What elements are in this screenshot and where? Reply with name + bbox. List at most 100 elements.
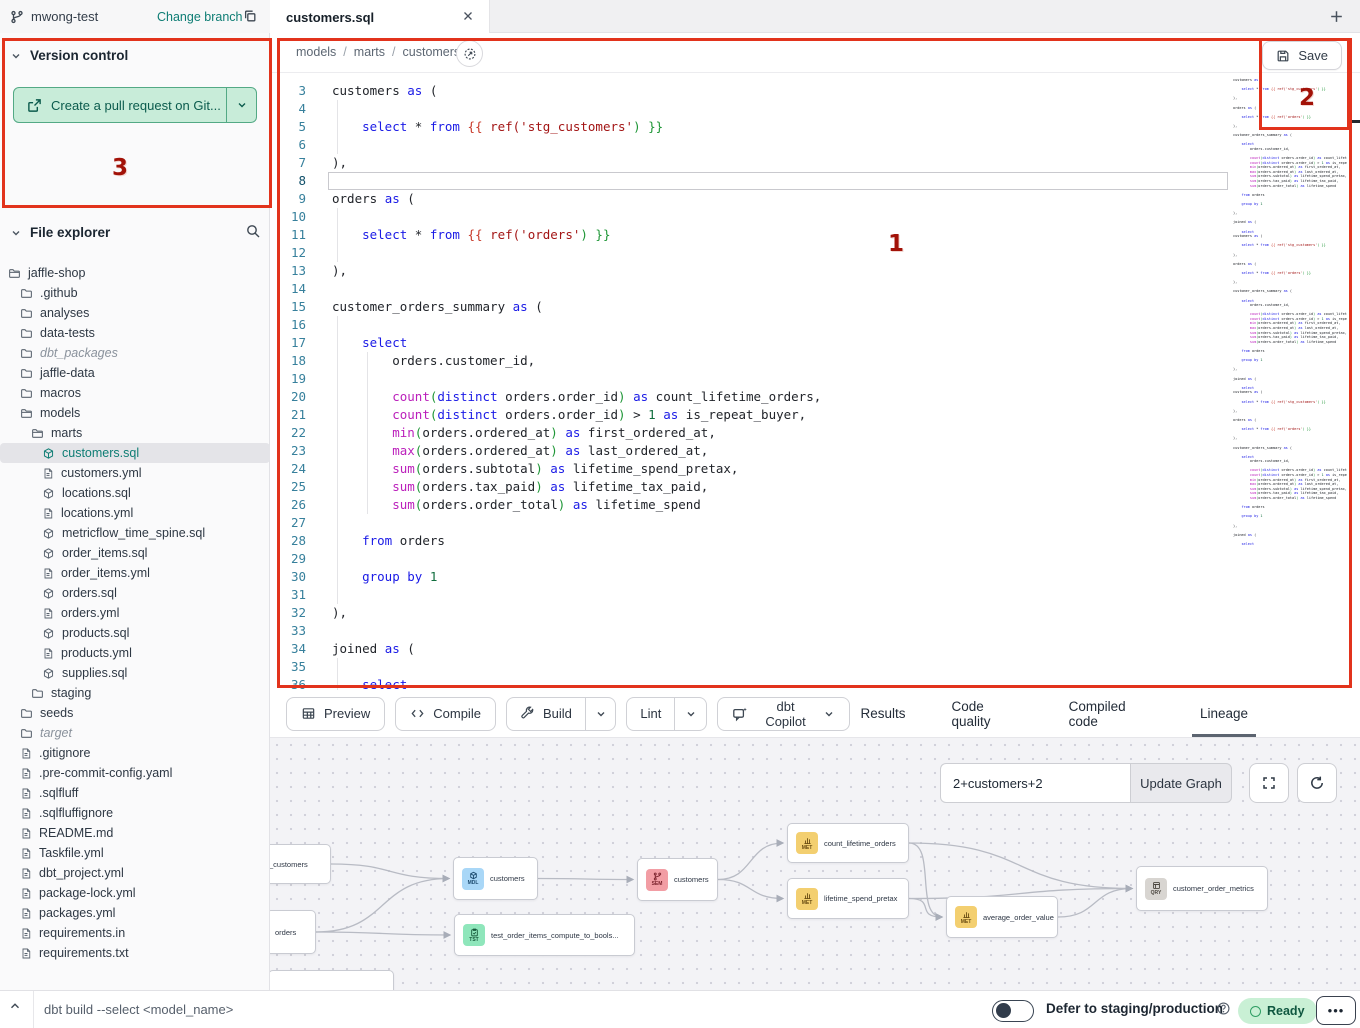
code-line-17[interactable]: 17 select xyxy=(270,334,1230,352)
code-line-27[interactable]: 27 xyxy=(270,514,1230,532)
code-line-35[interactable]: 35 xyxy=(270,658,1230,676)
create-pull-request-button[interactable]: Create a pull request on Git... xyxy=(13,87,257,123)
tree-item-taskfile.yml[interactable]: Taskfile.yml xyxy=(0,843,270,863)
tree-item-products.sql[interactable]: products.sql xyxy=(0,623,270,643)
tree-item-supplies.sql[interactable]: supplies.sql xyxy=(0,663,270,683)
tree-item-products.yml[interactable]: products.yml xyxy=(0,643,270,663)
tree-item-.pre-commit-config.yaml[interactable]: .pre-commit-config.yaml xyxy=(0,763,270,783)
lineage-selector-input[interactable] xyxy=(940,763,1130,803)
lint-button[interactable]: Lint xyxy=(627,698,675,730)
code-line-30[interactable]: 30 group by 1 xyxy=(270,568,1230,586)
tree-item-orders.yml[interactable]: orders.yml xyxy=(0,603,270,623)
code-line-14[interactable]: 14 xyxy=(270,280,1230,298)
code-line-32[interactable]: 32), xyxy=(270,604,1230,622)
lineage-node-count_lifetime_orders[interactable]: METcount_lifetime_orders xyxy=(787,823,909,863)
code-line-36[interactable]: 36 select xyxy=(270,676,1230,690)
code-line-28[interactable]: 28 from orders xyxy=(270,532,1230,550)
code-line-8[interactable]: 8 xyxy=(270,172,1230,190)
tab-customers-sql[interactable]: customers.sql xyxy=(270,0,490,34)
build-button[interactable]: Build xyxy=(507,698,586,730)
close-tab-icon[interactable] xyxy=(461,9,475,23)
refresh-icon[interactable] xyxy=(1297,763,1337,803)
tree-item-packages.yml[interactable]: packages.yml xyxy=(0,903,270,923)
fullscreen-icon[interactable] xyxy=(1249,763,1289,803)
code-line-18[interactable]: 18 orders.customer_id, xyxy=(270,352,1230,370)
create-pull-request-main[interactable]: Create a pull request on Git... xyxy=(14,88,226,122)
code-line-29[interactable]: 29 xyxy=(270,550,1230,568)
code-line-6[interactable]: 6 xyxy=(270,136,1230,154)
breadcrumb-models[interactable]: models xyxy=(296,45,336,59)
cli-command-input[interactable]: dbt build --select <model_name> xyxy=(44,1002,233,1017)
code-line-19[interactable]: 19 xyxy=(270,370,1230,388)
tree-item-jaffle-shop[interactable]: jaffle-shop xyxy=(0,263,270,283)
code-line-20[interactable]: 20 count(distinct orders.order_id) as co… xyxy=(270,388,1230,406)
ready-status-badge[interactable]: Ready xyxy=(1238,998,1317,1024)
code-line-10[interactable]: 10 xyxy=(270,208,1230,226)
tree-item-orders.sql[interactable]: orders.sql xyxy=(0,583,270,603)
tree-item-metricflow-time-spine.sql[interactable]: metricflow_time_spine.sql xyxy=(0,523,270,543)
tree-item-requirements.txt[interactable]: requirements.txt xyxy=(0,943,270,963)
lineage-panel[interactable]: stg_customersordersMDLcustomersTSTtest_o… xyxy=(270,738,1360,990)
minimap[interactable]: customers as ( select * from {{ ref('stg… xyxy=(1233,78,1347,547)
lineage-node-lifetime_spend_pretax[interactable]: METlifetime_spend_pretax xyxy=(787,878,909,919)
code-line-22[interactable]: 22 min(orders.ordered_at) as first_order… xyxy=(270,424,1230,442)
tree-item-.sqlfluffignore[interactable]: .sqlfluffignore xyxy=(0,803,270,823)
tab-compiled-code[interactable]: Compiled code xyxy=(1069,690,1154,737)
defer-toggle[interactable] xyxy=(992,1000,1034,1022)
code-line-34[interactable]: 34joined as ( xyxy=(270,640,1230,658)
code-line-11[interactable]: 11 select * from {{ ref('orders') }} xyxy=(270,226,1230,244)
lineage-node-orders[interactable]: orders xyxy=(270,910,316,954)
code-line-13[interactable]: 13), xyxy=(270,262,1230,280)
compile-button[interactable]: Compile xyxy=(395,697,496,731)
code-line-7[interactable]: 7), xyxy=(270,154,1230,172)
code-line-15[interactable]: 15customer_orders_summary as ( xyxy=(270,298,1230,316)
help-icon[interactable] xyxy=(1216,1001,1231,1016)
lint-dropdown-chevron[interactable] xyxy=(675,698,705,730)
tree-item-staging[interactable]: staging xyxy=(0,683,270,703)
version-control-header[interactable]: Version control xyxy=(10,48,128,63)
pr-dropdown-chevron[interactable] xyxy=(226,88,256,122)
tree-item-order-items.yml[interactable]: order_items.yml xyxy=(0,563,270,583)
tree-item-readme.md[interactable]: README.md xyxy=(0,823,270,843)
code-line-26[interactable]: 26 sum(orders.order_total) as lifetime_s… xyxy=(270,496,1230,514)
tree-item-package-lock.yml[interactable]: package-lock.yml xyxy=(0,883,270,903)
lineage-node-test_order_items_compute_to_bools...[interactable]: TSTtest_order_items_compute_to_bools... xyxy=(454,914,635,956)
code-line-4[interactable]: 4 xyxy=(270,100,1230,118)
tree-item-marts[interactable]: marts xyxy=(0,423,270,443)
tree-item-customers.sql[interactable]: customers.sql xyxy=(0,443,270,463)
code-line-3[interactable]: 3customers as ( xyxy=(270,82,1230,100)
lineage-node-partial[interactable] xyxy=(270,970,394,990)
build-dropdown-chevron[interactable] xyxy=(586,698,616,730)
code-line-31[interactable]: 31 xyxy=(270,586,1230,604)
tree-item-dbt-packages[interactable]: dbt_packages xyxy=(0,343,270,363)
copy-icon[interactable] xyxy=(243,9,257,23)
tree-item-seeds[interactable]: seeds xyxy=(0,703,270,723)
tree-item-analyses[interactable]: analyses xyxy=(0,303,270,323)
code-line-24[interactable]: 24 sum(orders.subtotal) as lifetime_spen… xyxy=(270,460,1230,478)
code-line-23[interactable]: 23 max(orders.ordered_at) as last_ordere… xyxy=(270,442,1230,460)
update-graph-button[interactable]: Update Graph xyxy=(1130,763,1232,803)
change-branch-link[interactable]: Change branch xyxy=(157,10,242,24)
lineage-node-customers[interactable]: SEMcustomers xyxy=(637,858,718,901)
tree-item-locations.sql[interactable]: locations.sql xyxy=(0,483,270,503)
lineage-node-average_order_value[interactable]: METaverage_order_value xyxy=(946,896,1058,938)
code-line-25[interactable]: 25 sum(orders.tax_paid) as lifetime_tax_… xyxy=(270,478,1230,496)
search-icon[interactable] xyxy=(245,223,261,239)
code-line-16[interactable]: 16 xyxy=(270,316,1230,334)
lineage-node-stg_customers[interactable]: stg_customers xyxy=(270,844,331,884)
tab-code-quality[interactable]: Code quality xyxy=(952,690,1023,737)
tree-item-.github[interactable]: .github xyxy=(0,283,270,303)
tree-item-jaffle-data[interactable]: jaffle-data xyxy=(0,363,270,383)
tree-item-locations.yml[interactable]: locations.yml xyxy=(0,503,270,523)
code-line-33[interactable]: 33 xyxy=(270,622,1230,640)
code-line-9[interactable]: 9orders as ( xyxy=(270,190,1230,208)
tab-lineage[interactable]: Lineage xyxy=(1200,690,1248,737)
tree-item-models[interactable]: models xyxy=(0,403,270,423)
scroll-marker[interactable] xyxy=(1348,120,1360,123)
code-editor[interactable]: 3customers as (45 select * from {{ ref('… xyxy=(270,73,1360,690)
tab-results[interactable]: Results xyxy=(860,690,905,737)
lineage-node-customer_order_metrics[interactable]: QRYcustomer_order_metrics xyxy=(1136,866,1268,911)
new-tab-plus-icon[interactable] xyxy=(1328,8,1345,25)
tree-item-data-tests[interactable]: data-tests xyxy=(0,323,270,343)
code-line-21[interactable]: 21 count(distinct orders.order_id) > 1 a… xyxy=(270,406,1230,424)
